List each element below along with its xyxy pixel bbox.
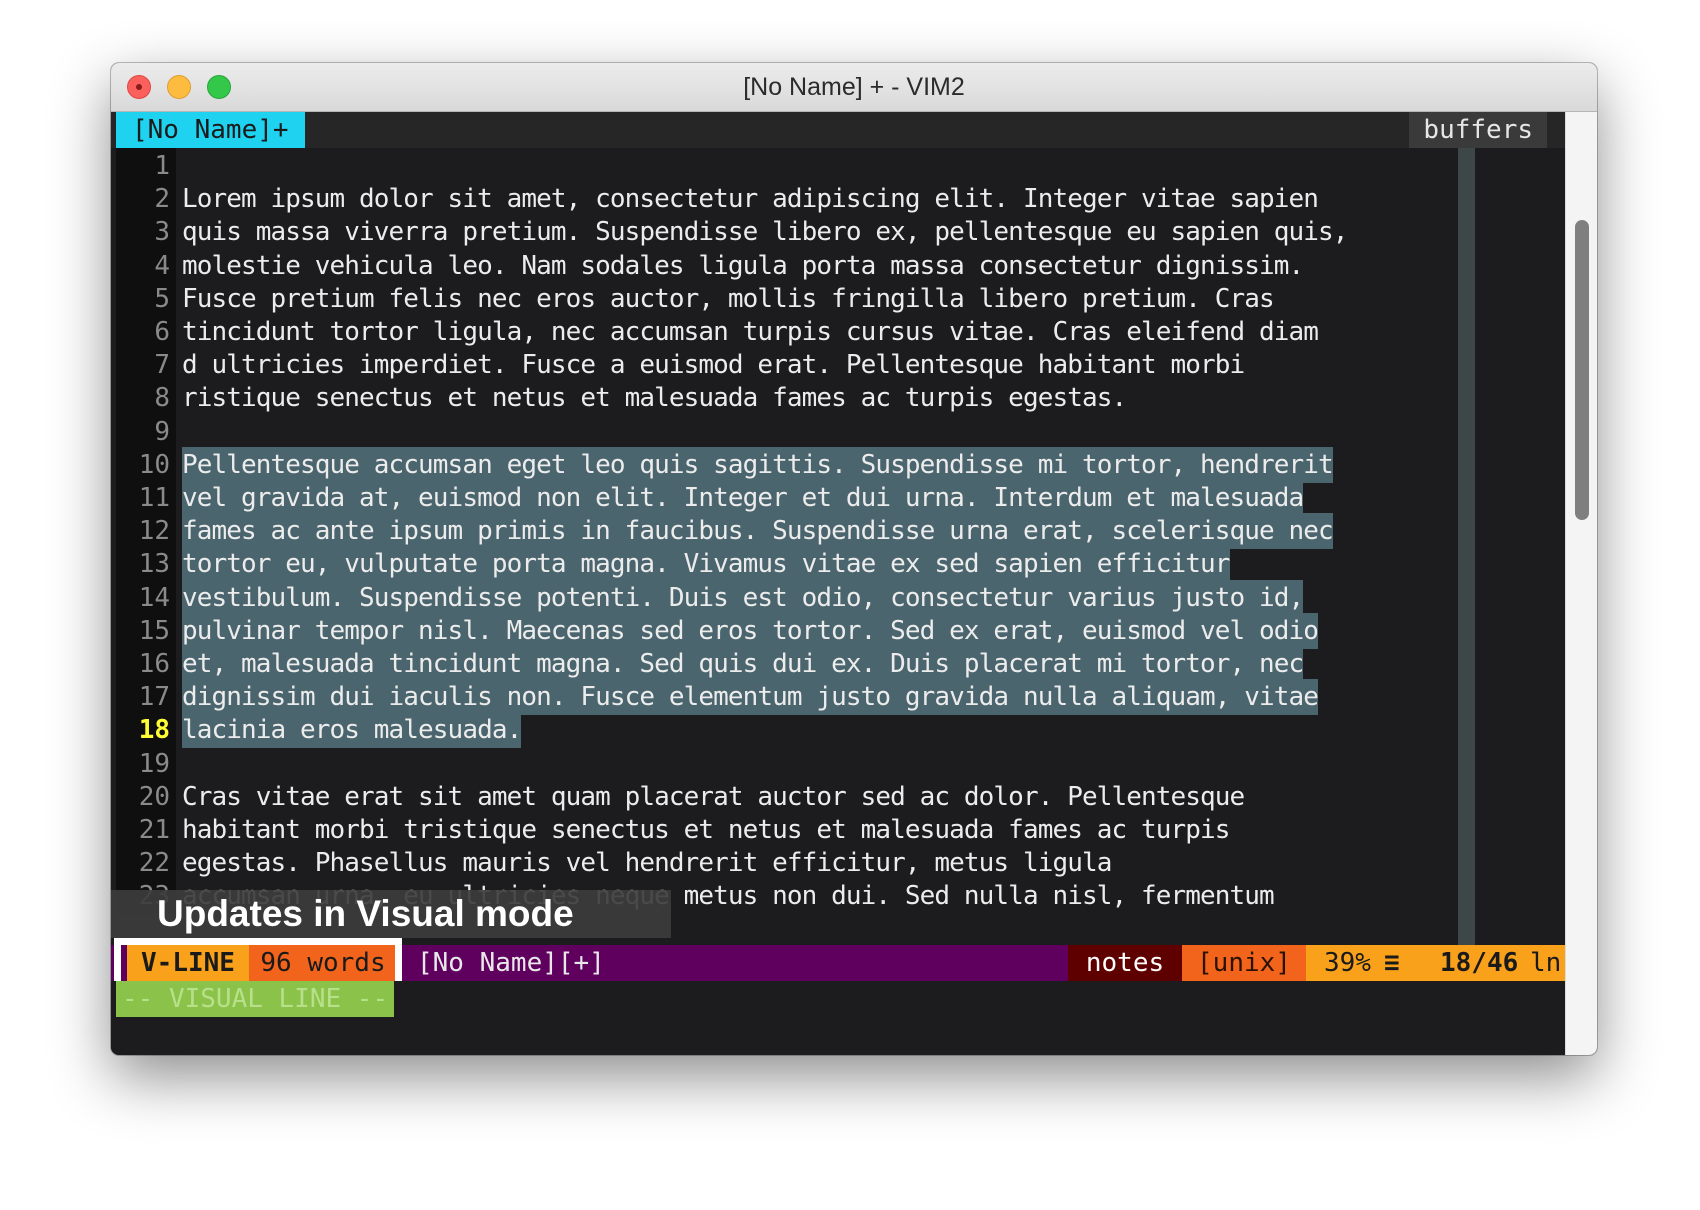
cursor-position: 39% ≡ 18/46 ln : 1 (1306, 945, 1594, 981)
line-number: 20 (116, 778, 176, 815)
editor-line[interactable]: 8 ristique senectus et netus et malesuada… (111, 380, 1565, 417)
line-text[interactable]: vestibulum. Suspendisse potenti. Duis es… (182, 579, 1304, 616)
visual-line-message: -- VISUAL LINE -- (116, 981, 395, 1017)
line-number: 7 (116, 347, 176, 384)
line-number: 16 (116, 646, 176, 682)
editor-line[interactable]: 1 (111, 148, 1565, 184)
line-text[interactable]: et, malesuada tincidunt magna. Sed quis … (182, 646, 1304, 682)
percent-value: 39% (1324, 948, 1371, 978)
editor-line[interactable]: 21 habitant morbi tristique senectus et n… (111, 812, 1565, 848)
line-number: 22 (116, 845, 176, 882)
line-number: 19 (116, 745, 176, 782)
line-number: 5 (116, 280, 176, 317)
editor-line[interactable]: 3 quis massa viverra pretium. Suspendisse… (111, 214, 1565, 251)
line-text[interactable]: fames ac ante ipsum primis in faucibus. … (182, 513, 1334, 550)
line-text[interactable]: lacinia eros malesuada. (182, 712, 522, 749)
line-text[interactable]: egestas. Phasellus mauris vel hendrerit … (182, 845, 1112, 881)
editor-line[interactable]: 13 tortor eu, vulputate porta magna. Viva… (111, 546, 1565, 583)
line-number: 8 (116, 380, 176, 417)
line-number: 9 (116, 413, 176, 450)
menu-lines-icon: ≡ (1384, 948, 1400, 978)
vim-window: [No Name] + - VIM2 [No Name]+ buffers 12… (111, 63, 1597, 1055)
editor-line[interactable]: 9 (111, 413, 1565, 450)
window-title: [No Name] + - VIM2 (743, 73, 965, 101)
vim-content[interactable]: [No Name]+ buffers 1 2 Lorem ipsum dolor s… (111, 112, 1594, 1055)
line-number: 18 (116, 712, 176, 749)
editor-line[interactable]: 10 Pellentesque accumsan eget leo quis sa… (111, 446, 1565, 483)
line-text[interactable]: Cras vitae erat sit amet quam placerat a… (182, 779, 1245, 815)
editor-line[interactable]: 5 Fusce pretium felis nec eros auctor, mo… (111, 280, 1565, 317)
editor-line[interactable]: 2 Lorem ipsum dolor sit amet, consectetur… (111, 181, 1565, 218)
line-text[interactable]: molestie vehicula leo. Nam sodales ligul… (182, 248, 1304, 284)
tabline: [No Name]+ buffers (111, 112, 1565, 148)
line-number: 11 (116, 480, 176, 516)
mode-indicator: V-LINE (127, 945, 249, 981)
line-number: 13 (116, 546, 176, 583)
line-position: 18/46 (1440, 948, 1519, 978)
line-number: 15 (116, 612, 176, 649)
line-number: 6 (116, 314, 176, 350)
editor-line[interactable]: 11 vel gravida at, euismod non elit. Inte… (111, 480, 1565, 516)
editor-line[interactable]: 6 tincidunt tortor ligula, nec accumsan t… (111, 314, 1565, 350)
editor-line[interactable]: 12 fames ac ante ipsum primis in faucibus… (111, 513, 1565, 550)
line-text[interactable]: pulvinar tempor nisl. Maecenas sed eros … (182, 612, 1319, 649)
line-text[interactable]: dignissim dui iaculis non. Fusce element… (182, 679, 1319, 716)
line-text[interactable]: quis massa viverra pretium. Suspendisse … (182, 214, 1348, 250)
line-number: 3 (116, 214, 176, 251)
editor-buffer[interactable]: 1 2 Lorem ipsum dolor sit amet, consectetu… (111, 148, 1565, 945)
line-number: 17 (116, 679, 176, 716)
ln-label: ln (1530, 948, 1562, 978)
statusline: V-LINE 96 words [No Name][+] notes [unix… (111, 945, 1594, 981)
statusline-filename: [No Name][+] (417, 948, 605, 978)
line-text[interactable]: Lorem ipsum dolor sit amet, consectetur … (182, 181, 1319, 217)
line-text[interactable]: Fusce pretium felis nec eros auctor, mol… (182, 281, 1275, 317)
filetype-badge: notes (1068, 945, 1182, 981)
command-line[interactable]: -- VISUAL LINE -- (111, 981, 1565, 1017)
line-text[interactable]: tincidunt tortor ligula, nec accumsan tu… (182, 314, 1319, 350)
line-number: 10 (116, 446, 176, 483)
line-text[interactable]: Pellentesque accumsan eget leo quis sagi… (182, 446, 1334, 483)
line-text[interactable]: vel gravida at, euismod non elit. Intege… (182, 480, 1304, 516)
line-number: 4 (116, 247, 176, 284)
line-number: 12 (116, 513, 176, 550)
editor-line[interactable]: 20 Cras vitae erat sit amet quam placerat… (111, 778, 1565, 815)
editor-line[interactable]: 14 vestibulum. Suspendisse potenti. Duis … (111, 579, 1565, 616)
editor-line[interactable]: 18 lacinia eros malesuada. (111, 712, 1565, 749)
editor-line[interactable]: 7d ultricies imperdiet. Fusce a euismod … (111, 347, 1565, 384)
editor-line[interactable]: 22 egestas. Phasellus mauris vel hendreri… (111, 845, 1565, 882)
buffers-label: buffers (1409, 112, 1547, 148)
editor-line[interactable]: 4 molestie vehicula leo. Nam sodales ligu… (111, 247, 1565, 284)
line-text[interactable]: ristique senectus et netus et malesuada … (182, 380, 1127, 416)
editor-line[interactable]: 17 dignissim dui iaculis non. Fusce eleme… (111, 679, 1565, 716)
line-number: 21 (116, 812, 176, 848)
line-number: 1 (116, 148, 176, 184)
scrollbar-thumb[interactable] (1575, 220, 1589, 520)
line-number: 2 (116, 181, 176, 218)
line-text[interactable]: d ultricies imperdiet. Fusce a euismod e… (182, 347, 1245, 383)
title-bar[interactable]: [No Name] + - VIM2 (111, 63, 1597, 112)
tab-no-name[interactable]: [No Name]+ (116, 112, 305, 148)
fileformat-badge: [unix] (1182, 945, 1306, 981)
scrollbar[interactable] (1565, 112, 1597, 1055)
editor-line[interactable]: 15 pulvinar tempor nisl. Maecenas sed ero… (111, 612, 1565, 649)
editor-line[interactable]: 19 (111, 745, 1565, 782)
line-text[interactable]: habitant morbi tristique senectus et net… (182, 812, 1230, 848)
word-count: 96 words (249, 945, 397, 981)
editor-line[interactable]: 16 et, malesuada tincidunt magna. Sed qui… (111, 646, 1565, 682)
line-number: 14 (116, 579, 176, 616)
feature-caption: Updates in Visual mode (111, 890, 671, 938)
line-text[interactable]: tortor eu, vulputate porta magna. Vivamu… (182, 546, 1230, 583)
